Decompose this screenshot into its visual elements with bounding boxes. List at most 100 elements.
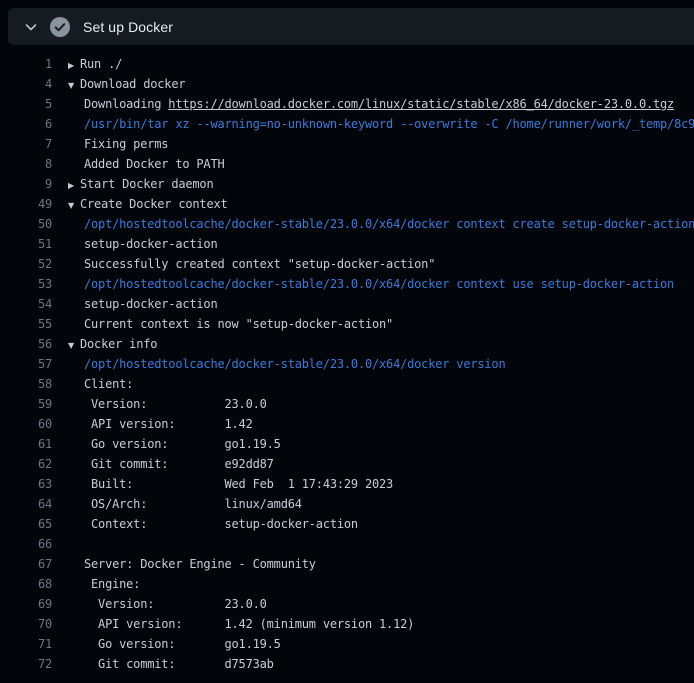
line-number[interactable]: 49 bbox=[0, 194, 52, 214]
line-number[interactable]: 54 bbox=[0, 294, 52, 314]
log-line: 57/opt/hostedtoolcache/docker-stable/23.… bbox=[0, 354, 694, 374]
line-number[interactable]: 57 bbox=[0, 354, 52, 374]
line-number[interactable]: 70 bbox=[0, 614, 52, 634]
line-number[interactable]: 51 bbox=[0, 234, 52, 254]
log-line: 51setup-docker-action bbox=[0, 234, 694, 254]
line-number[interactable]: 56 bbox=[0, 334, 52, 354]
triangle-right-icon[interactable]: ▶ bbox=[68, 176, 80, 194]
log-line: 71 Go version: go1.19.5 bbox=[0, 634, 694, 654]
line-number[interactable]: 72 bbox=[0, 654, 52, 674]
line-number[interactable]: 60 bbox=[0, 414, 52, 434]
triangle-right-icon[interactable]: ▶ bbox=[68, 56, 80, 74]
step-title: Set up Docker bbox=[83, 19, 173, 35]
log-text: Git commit: e92dd87 bbox=[52, 454, 274, 474]
log-text: setup-docker-action bbox=[52, 234, 217, 254]
line-number[interactable]: 59 bbox=[0, 394, 52, 414]
line-number[interactable]: 65 bbox=[0, 514, 52, 534]
line-number[interactable]: 53 bbox=[0, 274, 52, 294]
log-text: Version: 23.0.0 bbox=[52, 594, 267, 614]
triangle-down-icon[interactable]: ▼ bbox=[68, 76, 80, 94]
log-lines: 1▶Run ./4▼Download docker5Downloading ht… bbox=[0, 45, 694, 683]
log-line: 59 Version: 23.0.0 bbox=[0, 394, 694, 414]
log-text: Version: 23.0.0 bbox=[52, 394, 267, 414]
log-text: setup-docker-action bbox=[52, 294, 217, 314]
log-group-header[interactable]: ▶Run ./ bbox=[52, 54, 122, 74]
log-text: Go version: go1.19.5 bbox=[52, 634, 281, 654]
log-line: 56▼Docker info bbox=[0, 334, 694, 354]
line-number[interactable]: 6 bbox=[0, 114, 52, 134]
log-line: 1▶Run ./ bbox=[0, 54, 694, 74]
line-number[interactable]: 61 bbox=[0, 434, 52, 454]
log-line: 60 API version: 1.42 bbox=[0, 414, 694, 434]
log-group-header[interactable]: ▼Download docker bbox=[52, 74, 185, 94]
line-number[interactable]: 58 bbox=[0, 374, 52, 394]
line-number[interactable]: 8 bbox=[0, 154, 52, 174]
log-line: 54setup-docker-action bbox=[0, 294, 694, 314]
log-group-header[interactable]: ▼Create Docker context bbox=[52, 194, 228, 214]
log-line: 50/opt/hostedtoolcache/docker-stable/23.… bbox=[0, 214, 694, 234]
log-text: Successfully created context "setup-dock… bbox=[52, 254, 435, 274]
log-text: Built: Wed Feb 1 17:43:29 2023 bbox=[52, 474, 393, 494]
log-command: /usr/bin/tar xz --warning=no-unknown-key… bbox=[52, 114, 694, 134]
log-group-title: Start Docker daemon bbox=[80, 177, 213, 191]
line-number[interactable]: 52 bbox=[0, 254, 52, 274]
log-text: Downloading https://download.docker.com/… bbox=[52, 94, 674, 114]
log-text: Git commit: d7573ab bbox=[52, 654, 274, 674]
line-number[interactable]: 4 bbox=[0, 74, 52, 94]
log-text: Added Docker to PATH bbox=[52, 154, 225, 174]
log-command: /opt/hostedtoolcache/docker-stable/23.0.… bbox=[52, 274, 674, 294]
log-command: /opt/hostedtoolcache/docker-stable/23.0.… bbox=[52, 214, 694, 234]
line-number[interactable]: 69 bbox=[0, 594, 52, 614]
line-number[interactable]: 71 bbox=[0, 634, 52, 654]
log-line: 68 Engine: bbox=[0, 574, 694, 594]
log-group-header[interactable]: ▶Start Docker daemon bbox=[52, 174, 213, 194]
log-text: Context: setup-docker-action bbox=[52, 514, 358, 534]
line-number[interactable]: 1 bbox=[0, 54, 52, 74]
log-line: 5Downloading https://download.docker.com… bbox=[0, 94, 694, 114]
line-number[interactable]: 64 bbox=[0, 494, 52, 514]
log-line: 49▼Create Docker context bbox=[0, 194, 694, 214]
line-number[interactable]: 7 bbox=[0, 134, 52, 154]
log-text-prefix: Downloading bbox=[84, 97, 168, 111]
triangle-down-icon[interactable]: ▼ bbox=[68, 336, 80, 354]
log-line: 53/opt/hostedtoolcache/docker-stable/23.… bbox=[0, 274, 694, 294]
log-line: 63 Built: Wed Feb 1 17:43:29 2023 bbox=[0, 474, 694, 494]
log-text: Go version: go1.19.5 bbox=[52, 434, 281, 454]
line-number[interactable]: 66 bbox=[0, 534, 52, 554]
log-line: 6/usr/bin/tar xz --warning=no-unknown-ke… bbox=[0, 114, 694, 134]
step-header[interactable]: Set up Docker bbox=[8, 8, 694, 45]
log-group-title: Download docker bbox=[80, 77, 185, 91]
line-number[interactable]: 67 bbox=[0, 554, 52, 574]
log-text: Engine: bbox=[52, 574, 140, 594]
log-line: 72 Git commit: d7573ab bbox=[0, 654, 694, 674]
log-line: 67Server: Docker Engine - Community bbox=[0, 554, 694, 574]
log-line: 7Fixing perms bbox=[0, 134, 694, 154]
triangle-down-icon[interactable]: ▼ bbox=[68, 196, 80, 214]
log-line: 9▶Start Docker daemon bbox=[0, 174, 694, 194]
log-url-link[interactable]: https://download.docker.com/linux/static… bbox=[168, 97, 674, 111]
log-line: 61 Go version: go1.19.5 bbox=[0, 434, 694, 454]
line-number[interactable]: 55 bbox=[0, 314, 52, 334]
line-number[interactable]: 5 bbox=[0, 94, 52, 114]
actions-log-page: { "colors": { "page_bg": "#02050a", "hea… bbox=[0, 0, 694, 683]
log-line: 64 OS/Arch: linux/amd64 bbox=[0, 494, 694, 514]
log-line: 70 API version: 1.42 (minimum version 1.… bbox=[0, 614, 694, 634]
log-line: 8Added Docker to PATH bbox=[0, 154, 694, 174]
chevron-down-icon[interactable] bbox=[24, 20, 38, 34]
log-group-title: Docker info bbox=[80, 337, 157, 351]
log-text: Fixing perms bbox=[52, 134, 168, 154]
line-number[interactable]: 63 bbox=[0, 474, 52, 494]
log-group-title: Create Docker context bbox=[80, 197, 228, 211]
log-group-header[interactable]: ▼Docker info bbox=[52, 334, 157, 354]
log-text: Client: bbox=[52, 374, 133, 394]
line-number[interactable]: 50 bbox=[0, 214, 52, 234]
line-number[interactable]: 62 bbox=[0, 454, 52, 474]
log-line: 4▼Download docker bbox=[0, 74, 694, 94]
log-line: 65 Context: setup-docker-action bbox=[0, 514, 694, 534]
log-line: 69 Version: 23.0.0 bbox=[0, 594, 694, 614]
line-number[interactable]: 68 bbox=[0, 574, 52, 594]
log-line: 62 Git commit: e92dd87 bbox=[0, 454, 694, 474]
log-text: API version: 1.42 (minimum version 1.12) bbox=[52, 614, 414, 634]
line-number[interactable]: 9 bbox=[0, 174, 52, 194]
log-line: 58Client: bbox=[0, 374, 694, 394]
